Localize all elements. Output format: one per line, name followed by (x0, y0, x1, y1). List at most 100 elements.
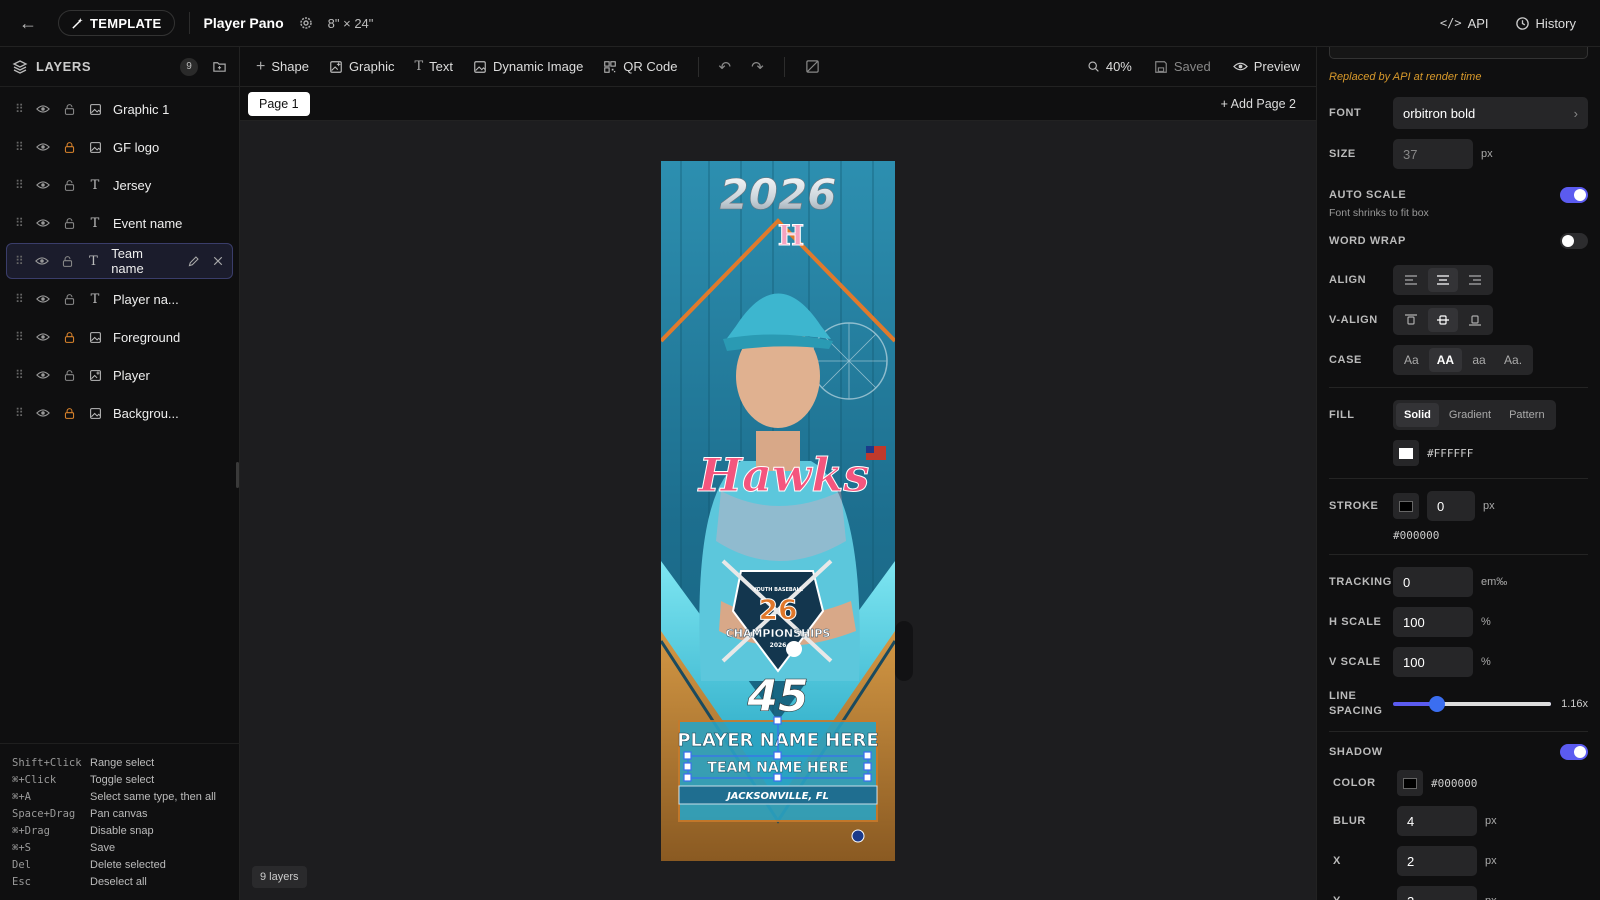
fill-option[interactable]: Gradient (1441, 403, 1499, 427)
add-page-button[interactable]: + Add Page 2 (1221, 97, 1296, 111)
graphic-icon (329, 60, 343, 74)
add-text-button[interactable]: T Text (414, 59, 453, 74)
unlock-icon[interactable] (61, 293, 77, 306)
valign-bottom-icon[interactable] (1460, 308, 1490, 332)
back-arrow-icon[interactable]: ← (18, 13, 38, 33)
case-option[interactable]: Aa. (1496, 348, 1530, 372)
vscale-input[interactable]: 100 (1393, 647, 1473, 677)
slider-knob[interactable] (1429, 696, 1446, 712)
template-mode-button[interactable]: TEMPLATE (58, 10, 175, 36)
layer-row-foreground[interactable]: ⠿ Foreground (6, 319, 233, 355)
stroke-color-swatch[interactable] (1393, 493, 1419, 519)
page-tab-1[interactable]: Page 1 (248, 91, 310, 116)
eye-icon[interactable] (35, 368, 51, 382)
shadow-y-input[interactable]: 2 (1397, 886, 1477, 900)
layer-row-graphic-1[interactable]: ⠿ Graphic 1 (6, 91, 233, 127)
eye-icon[interactable] (35, 292, 51, 306)
unlock-icon[interactable] (60, 255, 76, 268)
unlock-icon[interactable] (61, 103, 77, 116)
redo-icon[interactable]: ↷ (751, 58, 764, 76)
eye-icon[interactable] (35, 102, 51, 116)
panel-resize-handle[interactable] (236, 462, 239, 488)
font-select[interactable]: orbitron bold › (1393, 97, 1588, 129)
size-input[interactable]: 37 (1393, 139, 1473, 169)
undo-icon[interactable]: ↶ (719, 58, 732, 76)
layer-row-background[interactable]: ⠿ Backgrou... (6, 395, 233, 431)
unlock-icon[interactable] (61, 369, 77, 382)
drag-handle-icon[interactable]: ⠿ (15, 254, 25, 268)
align-center-icon[interactable] (1428, 268, 1458, 292)
unlock-icon[interactable] (61, 217, 77, 230)
drag-handle-icon[interactable]: ⠿ (15, 292, 25, 306)
preview-button[interactable]: Preview (1232, 59, 1300, 74)
shadow-color-swatch[interactable] (1397, 770, 1423, 796)
case-option[interactable]: aa (1464, 348, 1494, 372)
dynamic-image-icon (87, 369, 103, 382)
pencil-icon[interactable] (187, 255, 200, 268)
line-spacing-row: LINE SPACING 1.16x (1329, 689, 1588, 719)
valign-middle-icon[interactable] (1428, 308, 1458, 332)
lock-icon[interactable] (61, 331, 77, 344)
auto-scale-toggle[interactable] (1560, 187, 1588, 203)
api-button[interactable]: </> API (1440, 16, 1489, 31)
drag-handle-icon[interactable]: ⠿ (15, 406, 25, 420)
divider (1329, 731, 1588, 732)
new-folder-icon[interactable] (212, 59, 227, 74)
add-graphic-button[interactable]: Graphic (329, 59, 394, 74)
fill-option[interactable]: Pattern (1501, 403, 1552, 427)
eye-icon[interactable] (35, 254, 51, 268)
tracking-input[interactable]: 0 (1393, 567, 1473, 597)
drag-handle-icon[interactable]: ⠿ (15, 102, 25, 116)
layer-row-gf-logo[interactable]: ⠿ GF logo (6, 129, 233, 165)
layer-row-player-name[interactable]: ⠿ T Player na... (6, 281, 233, 317)
eye-icon[interactable] (35, 140, 51, 154)
drag-handle-icon[interactable]: ⠿ (15, 216, 25, 230)
add-dynamic-image-button[interactable]: Dynamic Image (473, 59, 583, 74)
eye-icon[interactable] (35, 406, 51, 420)
shadow-x-input[interactable]: 2 (1397, 846, 1477, 876)
fill-color-swatch[interactable] (1393, 440, 1419, 466)
word-wrap-toggle[interactable] (1560, 233, 1588, 249)
unlock-icon[interactable] (61, 179, 77, 192)
tracking-unit: em‰ (1481, 576, 1508, 588)
close-icon[interactable] (212, 255, 224, 267)
valign-top-icon[interactable] (1396, 308, 1426, 332)
blur-input[interactable]: 4 (1397, 806, 1477, 836)
drag-handle-icon[interactable]: ⠿ (15, 178, 25, 192)
add-shape-button[interactable]: + Shape (256, 58, 309, 76)
shadow-toggle[interactable] (1560, 744, 1588, 760)
eye-icon[interactable] (35, 178, 51, 192)
lock-icon[interactable] (61, 141, 77, 154)
case-option[interactable]: AA (1428, 348, 1463, 372)
layer-row-jersey[interactable]: ⠿ T Jersey (6, 167, 233, 203)
lock-icon[interactable] (61, 407, 77, 420)
design-canvas[interactable]: 2026 H Hawks YOUTH BASEBALL 26 CHAMPIONS… (240, 121, 1316, 900)
stroke-width-input[interactable]: 0 (1427, 491, 1475, 521)
shortcut-row: ⌘+Drag Disable snap (12, 822, 228, 839)
zoom-control[interactable]: 40% (1087, 59, 1132, 74)
align-left-icon[interactable] (1396, 268, 1426, 292)
document-title[interactable]: Player Pano (204, 15, 284, 31)
artboard[interactable]: 2026 H Hawks YOUTH BASEBALL 26 CHAMPIONS… (661, 161, 895, 861)
align-right-icon[interactable] (1460, 268, 1490, 292)
drag-handle-icon[interactable]: ⠿ (15, 368, 25, 382)
hide-image-icon[interactable] (805, 59, 820, 74)
hscale-input[interactable]: 100 (1393, 607, 1473, 637)
add-qr-code-button[interactable]: QR Code (603, 59, 678, 74)
eye-icon[interactable] (35, 216, 51, 230)
gear-icon[interactable] (298, 15, 314, 31)
history-button[interactable]: History (1515, 16, 1576, 31)
layer-row-player[interactable]: ⠿ Player (6, 357, 233, 393)
drag-handle-icon[interactable]: ⠿ (15, 330, 25, 344)
eye-icon[interactable] (35, 330, 51, 344)
shortcut-key: Space+Drag (12, 807, 76, 820)
drag-handle-icon[interactable]: ⠿ (15, 140, 25, 154)
location-text: JACKSONVILLE, FL (725, 791, 829, 802)
line-spacing-slider[interactable] (1393, 696, 1552, 712)
layer-row-event-name[interactable]: ⠿ T Event name (6, 205, 233, 241)
fill-option[interactable]: Solid (1396, 403, 1439, 427)
case-option[interactable]: Aa (1396, 348, 1427, 372)
layer-row-team-name[interactable]: ⠿ T Team name (6, 243, 233, 279)
text-content-input[interactable] (1329, 47, 1588, 59)
shortcut-row: Space+Drag Pan canvas (12, 805, 228, 822)
